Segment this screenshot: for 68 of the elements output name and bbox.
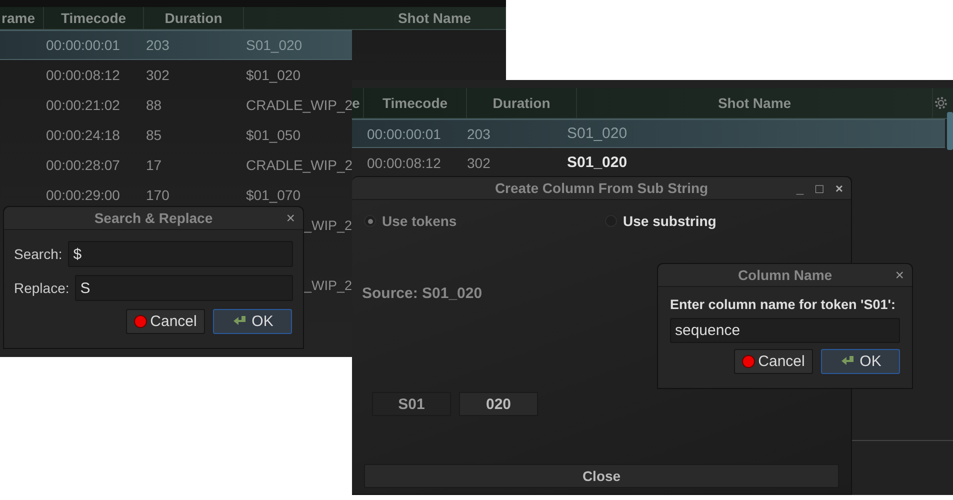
table-cell-text: 00:00:21:02 <box>45 97 121 113</box>
table-row[interactable]: 00:00:21:02 88 CRADLE_WIP_2 <box>0 90 352 120</box>
dialog-title: Column Name <box>738 267 832 283</box>
table-cell-text: S01_020 <box>245 37 302 53</box>
table-cell-text: 302 <box>145 67 170 83</box>
column-header[interactable]: Duration <box>467 88 577 118</box>
close-button[interactable]: Close <box>364 464 839 488</box>
ok-button[interactable]: OK <box>213 309 292 334</box>
column-header[interactable]: rame <box>0 7 44 29</box>
close-button[interactable]: × <box>895 266 904 284</box>
selected-row[interactable]: 00:00:00:01 203 S01_020 <box>0 30 352 60</box>
field-label: Search: <box>14 246 62 262</box>
table-cell-text: 00:00:00:01 <box>366 126 442 142</box>
column-header[interactable]: e <box>352 88 364 118</box>
table-cell-text: S01_020 <box>567 154 628 171</box>
table-cell-text: 85 <box>145 127 163 143</box>
field-label: Replace: <box>14 280 70 296</box>
dialog-title: Search & Replace <box>94 210 213 226</box>
prompt-label: Enter column name for token 'S01': <box>670 297 896 312</box>
table-cell-text: $01_020 <box>245 67 301 83</box>
column-header[interactable]: Timecode <box>44 7 144 29</box>
settings-icon[interactable] <box>933 95 949 111</box>
close-button[interactable]: × <box>286 210 295 226</box>
column-header[interactable]: Timecode <box>364 88 467 118</box>
token-button[interactable]: S01 <box>372 392 451 416</box>
table-cell-text: 170 <box>145 187 170 203</box>
table-cell-text: 00:00:29:00 <box>45 187 121 203</box>
window-button[interactable]: × <box>835 180 843 196</box>
table-row[interactable]: 00:00:24:18 85 $01_050 <box>0 120 352 150</box>
ok-button[interactable]: OK <box>821 349 900 374</box>
table-cell-text: CRADLE_WIP_2 <box>245 157 353 173</box>
table-cell-text: 00:00:08:12 <box>45 67 121 83</box>
column-header[interactable]: Shot Name <box>577 88 933 118</box>
radio-option[interactable]: Use tokens <box>364 213 605 229</box>
table-cell-text: 203 <box>145 37 170 53</box>
dialog-title: Create Column From Sub String <box>494 180 708 196</box>
table-row[interactable]: 00:00:29:00 170 $01_070 <box>0 180 352 210</box>
selected-row[interactable]: 00:00:00:01 203 S01_020 <box>352 119 945 148</box>
table-cell-text: $01_050 <box>245 127 301 143</box>
stop-icon <box>134 315 148 328</box>
table-row[interactable]: 00:00:08:12 302 S01_020 <box>352 148 945 177</box>
scrollbar[interactable] <box>947 112 953 150</box>
cancel-button[interactable]: Cancel <box>734 349 813 374</box>
table-row[interactable]: 00:00:08:12 302 $01_020 <box>0 60 352 90</box>
table-cell-text: 302 <box>467 154 492 170</box>
table-cell-text: 203 <box>467 126 492 142</box>
column-header[interactable]: Duration <box>144 7 244 29</box>
table-row[interactable]: 00:00:28:07 17 CRADLE_WIP_2 <box>0 150 352 180</box>
table-cell-text: 00:00:24:18 <box>45 127 121 143</box>
window-button[interactable]: □ <box>816 180 824 196</box>
input-field[interactable]: $ <box>68 241 293 267</box>
table-cell-text: 00:00:28:07 <box>45 157 121 173</box>
table-cell-text: 00:00:00:01 <box>45 37 121 53</box>
token-button[interactable]: 020 <box>459 392 538 416</box>
column-header[interactable]: Shot Name <box>244 7 506 29</box>
table-cell-text: CRADLE_WIP_2 <box>245 97 353 113</box>
table-cell-text: $01_070 <box>245 187 301 203</box>
table-cell-text: 88 <box>145 97 163 113</box>
input-field[interactable]: S <box>75 275 293 301</box>
stop-icon <box>742 355 756 368</box>
cancel-button[interactable]: Cancel <box>126 309 205 334</box>
table-cell-text: 00:00:08:12 <box>366 154 442 170</box>
input-field[interactable]: sequence <box>670 318 900 343</box>
radio-option[interactable]: Use substring <box>605 213 716 229</box>
table-cell-text: 17 <box>145 157 163 173</box>
source-label: Source: S01_020 <box>362 285 482 302</box>
table-cell-text: S01_020 <box>567 125 628 142</box>
window-button[interactable]: _ <box>796 180 804 196</box>
